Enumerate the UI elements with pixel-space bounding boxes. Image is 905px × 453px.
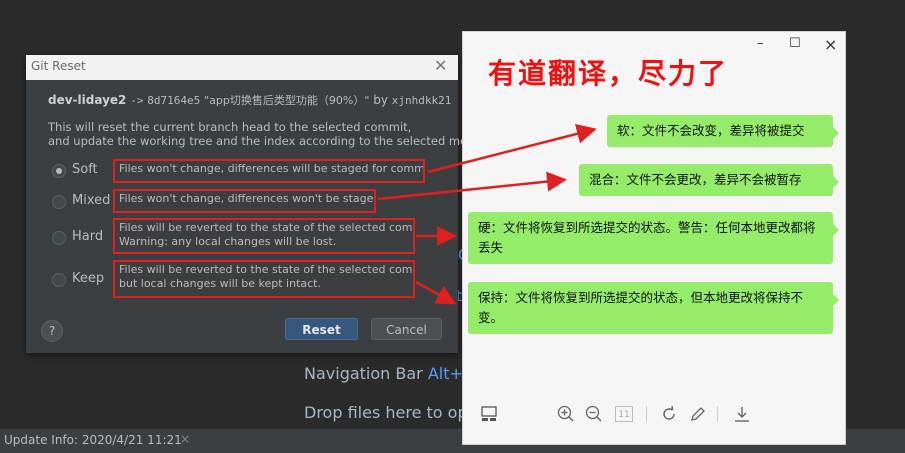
annotation-arrows (377, 124, 597, 305)
arrow-mixed (377, 171, 567, 201)
arrow-soft (427, 124, 597, 174)
arrow-keep (415, 280, 457, 305)
